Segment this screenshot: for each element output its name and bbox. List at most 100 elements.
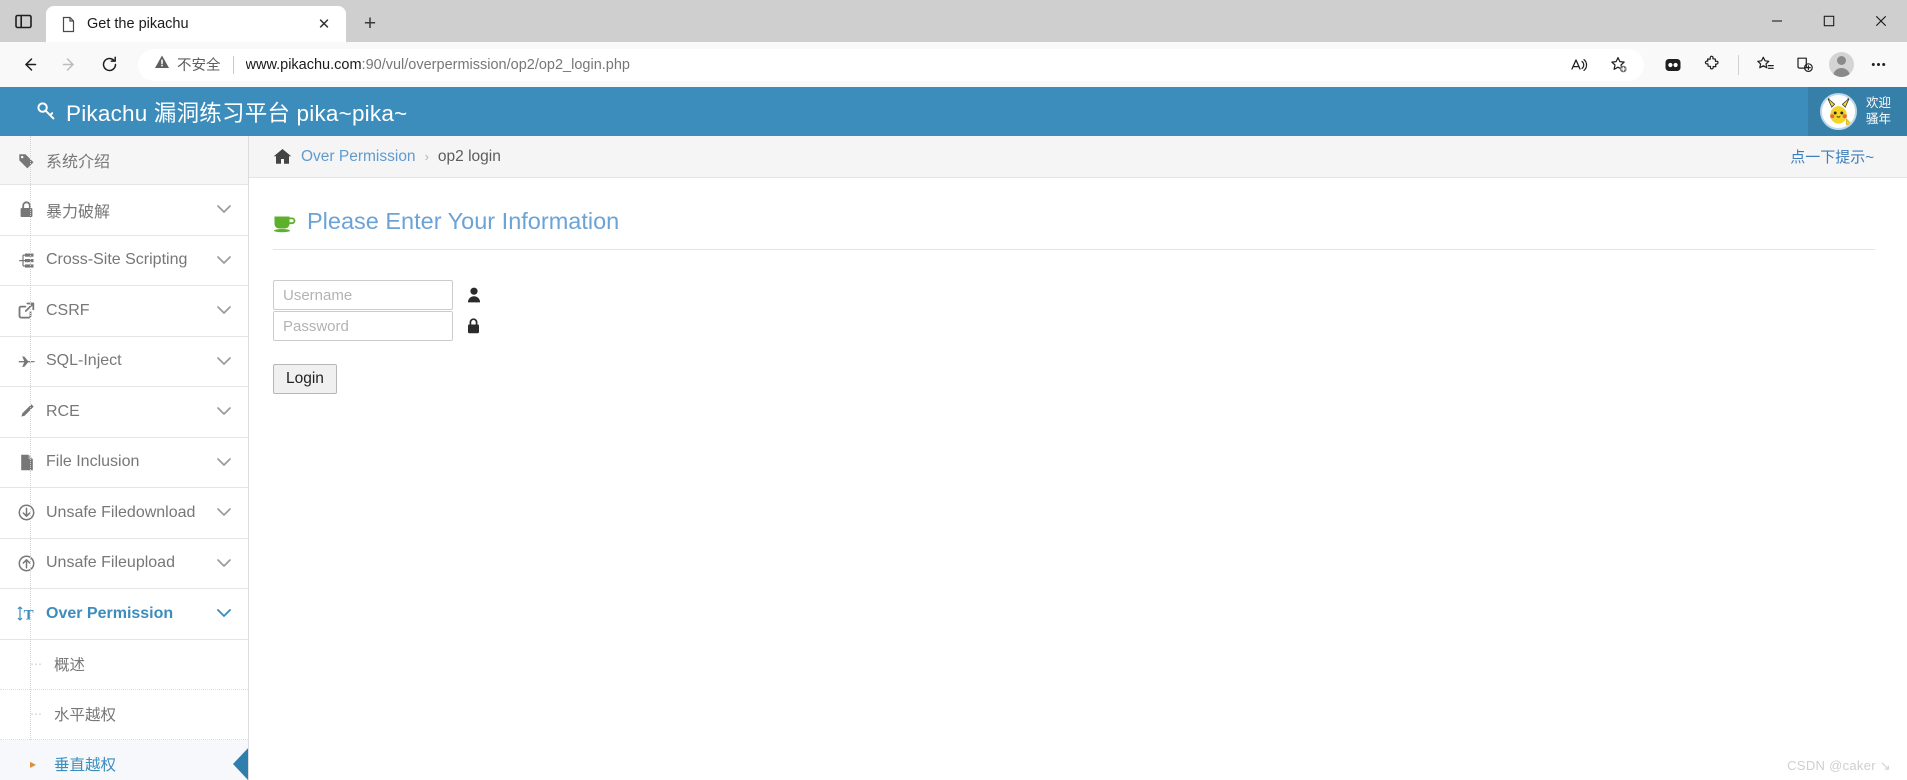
- app-header: Pikachu 漏洞练习平台 pika~pika~ 欢迎 骚年: [0, 87, 1907, 136]
- sidebar-item-sql-inject[interactable]: SQL-Inject: [0, 336, 248, 387]
- browser-toolbar: 不安全 www.pikachu.com:90/vul/overpermissio…: [0, 42, 1907, 87]
- submenu-item-label: 概述: [54, 657, 86, 674]
- submenu-item-vertical[interactable]: ▸ 垂直越权: [0, 739, 248, 780]
- sidebar-item-cross-site-scripting[interactable]: Cross-Site Scripting: [0, 235, 248, 286]
- page-viewport: Pikachu 漏洞练习平台 pika~pika~ 欢迎 骚年 系统介绍 暴力破…: [0, 87, 1907, 780]
- sidebar: 系统介绍 暴力破解 Cross-Site Scripting CSRF SQL-…: [0, 136, 249, 780]
- password-field-row: [273, 311, 1875, 341]
- forward-button[interactable]: [50, 48, 88, 82]
- sidebar-item-label: RCE: [46, 402, 80, 420]
- vertical-tabs-icon[interactable]: [0, 0, 46, 42]
- hint-link[interactable]: 点一下提示~: [1790, 146, 1874, 167]
- reload-button[interactable]: [90, 48, 128, 82]
- sidebar-submenu: ⋯ 概述 ⋯ 水平越权 ▸ 垂直越权: [0, 136, 248, 780]
- sidebar-item-unsafe-filedownload[interactable]: Unsafe Filedownload: [0, 488, 248, 539]
- sidebar-item-label: 系统介绍: [46, 154, 111, 171]
- password-input[interactable]: [273, 311, 453, 341]
- avatar: [1828, 52, 1854, 77]
- toolbar-actions: [1654, 48, 1897, 82]
- url-host: www.pikachu.com: [245, 56, 362, 73]
- breadcrumb-parent[interactable]: Over Permission: [301, 148, 416, 166]
- arrow-down-circle-icon: [17, 504, 36, 521]
- arrow-up-circle-icon: [17, 555, 36, 572]
- chevron-down-icon: [217, 606, 231, 621]
- add-favorite-icon[interactable]: [1600, 50, 1638, 80]
- close-window-button[interactable]: [1855, 0, 1907, 42]
- header-user-area[interactable]: 欢迎 骚年: [1807, 87, 1907, 136]
- app-brand[interactable]: Pikachu 漏洞练习平台 pika~pika~: [0, 96, 407, 128]
- settings-more-icon[interactable]: [1859, 48, 1897, 82]
- sidebar-item-unsafe-fileupload[interactable]: Unsafe Fileupload: [0, 538, 248, 589]
- collections-icon[interactable]: [1785, 48, 1823, 82]
- login-button[interactable]: Login: [273, 364, 337, 394]
- address-bar[interactable]: 不安全 www.pikachu.com:90/vul/overpermissio…: [138, 48, 1644, 81]
- welcome-line-2: 骚年: [1865, 111, 1891, 126]
- plane-icon: [17, 354, 36, 368]
- chevron-down-icon: [217, 354, 231, 369]
- sidebar-item-over-permission[interactable]: T Over Permission: [0, 589, 248, 640]
- sidebar-item-label: Over Permission: [46, 604, 174, 622]
- watermark: CSDN @caker ↘: [1787, 758, 1891, 773]
- breadcrumb-bar: Over Permission › op2 login 点一下提示~: [249, 136, 1907, 178]
- breadcrumb-current: op2 login: [437, 147, 501, 165]
- app-body: 系统介绍 暴力破解 Cross-Site Scripting CSRF SQL-…: [0, 136, 1907, 780]
- omnibox-divider: [232, 55, 234, 74]
- sidebar-item-csrf[interactable]: CSRF: [0, 286, 248, 337]
- text-height-icon: T: [17, 605, 36, 622]
- welcome-line-1: 欢迎: [1865, 95, 1891, 110]
- user-icon: [467, 287, 483, 303]
- maximize-button[interactable]: [1803, 0, 1855, 42]
- close-icon[interactable]: ✕: [312, 12, 336, 36]
- security-label: 不安全: [177, 58, 221, 74]
- key-icon: [36, 101, 57, 122]
- tab-strip: Get the pikachu ✕ +: [0, 0, 1907, 42]
- username-field-row: [273, 280, 1875, 310]
- file-icon: [17, 454, 36, 471]
- favorites-icon[interactable]: [1746, 48, 1784, 82]
- submenu-item-label: 水平越权: [54, 707, 117, 724]
- window-controls: [1751, 0, 1907, 42]
- dash-icon: ⋯: [30, 657, 42, 671]
- sidebar-item-rce[interactable]: RCE: [0, 387, 248, 438]
- split-screen-icon[interactable]: [1654, 48, 1692, 82]
- submenu-item-overview[interactable]: ⋯ 概述: [0, 640, 248, 690]
- read-aloud-icon[interactable]: [1560, 50, 1598, 80]
- sidebar-item-label: CSRF: [46, 301, 90, 319]
- welcome-text: 欢迎 骚年: [1866, 96, 1891, 127]
- title-divider: [273, 249, 1875, 250]
- active-marker-icon: ▸: [30, 757, 37, 771]
- app-title: Pikachu 漏洞练习平台 pika~pika~: [66, 100, 408, 126]
- lock-icon: [17, 201, 36, 218]
- username-input[interactable]: [273, 280, 453, 310]
- submenu-item-horizontal[interactable]: ⋯ 水平越权: [0, 690, 248, 740]
- new-tab-button[interactable]: +: [352, 6, 388, 42]
- sidebar-item-label: SQL-Inject: [46, 352, 122, 370]
- sidebar-item-file-inclusion[interactable]: File Inclusion: [0, 437, 248, 488]
- browser-window: Get the pikachu ✕ + 不安全 www.pikachu.com:…: [0, 0, 1907, 780]
- chevron-down-icon: [217, 253, 231, 268]
- sidebar-item-label: Unsafe Fileupload: [46, 554, 175, 572]
- sidebar-item-label: Cross-Site Scripting: [46, 251, 188, 269]
- sidebar-item-system-intro[interactable]: 系统介绍: [0, 136, 248, 185]
- lock-icon: [467, 318, 483, 334]
- svg-text:T: T: [24, 608, 34, 623]
- back-button[interactable]: [10, 48, 48, 82]
- omnibox-actions: [1560, 50, 1638, 80]
- chevron-down-icon: [217, 556, 231, 571]
- dash-icon: ⋯: [30, 707, 42, 721]
- minimize-button[interactable]: [1751, 0, 1803, 42]
- browser-tab[interactable]: Get the pikachu ✕: [46, 6, 346, 42]
- url-path: :90/vul/overpermission/op2/op2_login.php: [361, 56, 630, 73]
- chevron-down-icon: [217, 303, 231, 318]
- chevron-down-icon: [217, 202, 231, 217]
- page-icon: [60, 16, 77, 33]
- profile-avatar-icon[interactable]: [1824, 48, 1858, 82]
- pencil-icon: [17, 403, 36, 420]
- toolbar-divider: [1738, 54, 1739, 75]
- security-indicator[interactable]: 不安全: [154, 54, 221, 75]
- sidebar-item-label: File Inclusion: [46, 453, 140, 471]
- sidebar-item-label: Unsafe Filedownload: [46, 503, 196, 521]
- external-link-icon: [17, 302, 36, 319]
- extensions-icon[interactable]: [1693, 48, 1731, 82]
- sidebar-item-brute-force[interactable]: 暴力破解: [0, 185, 248, 236]
